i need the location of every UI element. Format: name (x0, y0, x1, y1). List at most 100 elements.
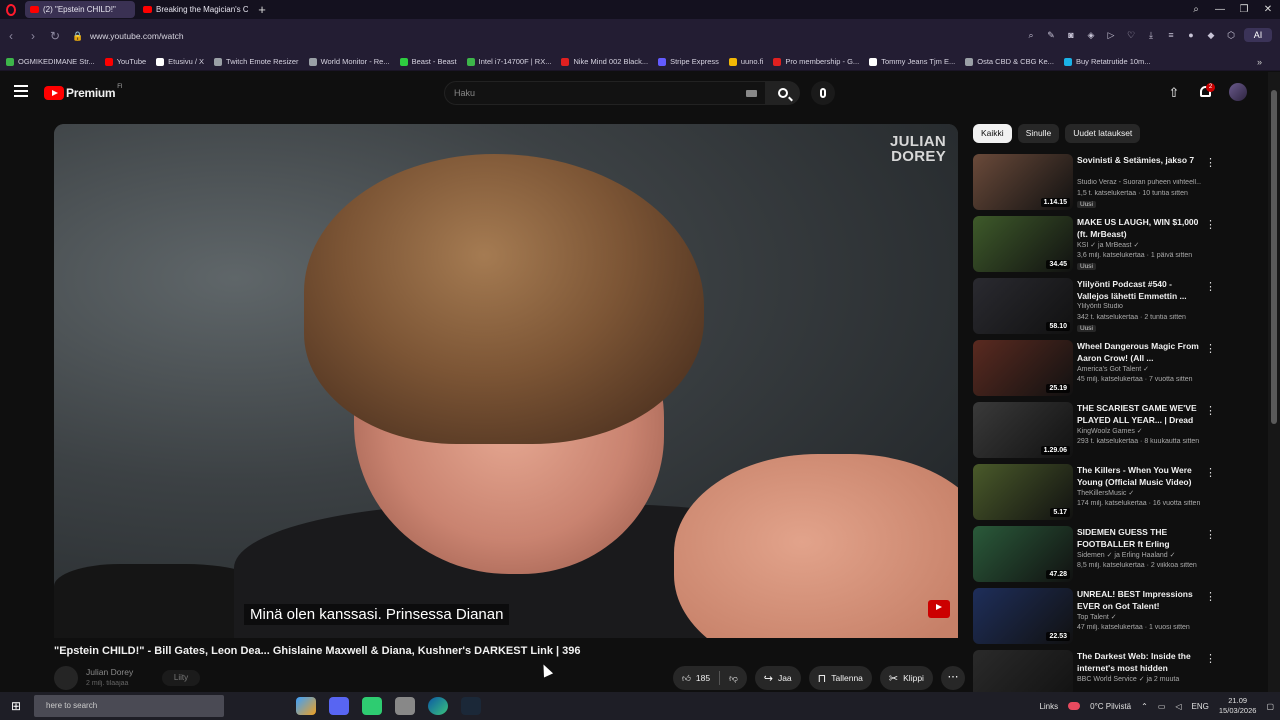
upload-icon[interactable]: ⇧ (1166, 85, 1182, 101)
filter-chip[interactable]: Uudet lataukset (1065, 124, 1141, 143)
chevron-up-icon[interactable]: ⌃ (1141, 702, 1148, 711)
subscribe-watermark-icon[interactable] (928, 600, 950, 618)
video-title[interactable]: The Darkest Web: Inside the internet's m… (1077, 651, 1201, 674)
search-button[interactable] (766, 81, 800, 105)
bookmark-item[interactable]: Beast - Beast (399, 57, 457, 66)
more-options-icon[interactable]: ⋮ (1205, 590, 1216, 603)
volume-icon[interactable]: ◁ (1175, 702, 1181, 711)
url-field[interactable]: www.youtube.com/watch (90, 31, 184, 41)
share-button[interactable]: ↪ Jaa (754, 666, 801, 690)
list-item[interactable]: 1.29.06 THE SCARIEST GAME WE'VE PLAYED AL… (973, 400, 1218, 462)
avatar[interactable] (1229, 83, 1247, 101)
maximize-icon[interactable]: ❐ (1232, 4, 1256, 15)
video-title[interactable]: Wheel Dangerous Magic From Aaron Crow! (… (1077, 341, 1201, 364)
video-thumbnail[interactable]: 1.29.06 (973, 402, 1073, 458)
channel-name[interactable]: Sidemen ✓ ja Erling Haaland ✓ (1077, 551, 1201, 559)
notification-center-icon[interactable]: ▢ (1266, 702, 1274, 711)
video-thumbnail[interactable]: 25.19 (973, 340, 1073, 396)
download-icon[interactable]: ⤓ (1144, 28, 1158, 42)
dislike-button[interactable]: 👎︎ (720, 673, 747, 684)
bookmark-item[interactable]: uuno.fi (728, 57, 763, 66)
opera-logo-icon[interactable] (0, 0, 22, 19)
lock-icon[interactable]: 🔒 (72, 31, 86, 42)
bookmark-item[interactable]: Osta CBD & CBG Ke... (965, 57, 1054, 66)
taskbar-search[interactable]: here to search (34, 695, 224, 717)
list-item[interactable]: 1.14.15 Sovinisti & Setämies, jakso 7 Stud… (973, 152, 1218, 214)
clock[interactable]: 21.09 15/03/2026 (1219, 696, 1257, 716)
steam-icon[interactable] (461, 697, 481, 715)
filter-chip[interactable]: Kaikki (973, 124, 1012, 143)
bookmark-item[interactable]: Etusivu / X (156, 57, 204, 66)
search-input[interactable] (445, 82, 725, 104)
more-options-icon[interactable]: ⋮ (1205, 218, 1216, 231)
video-title[interactable]: The Killers - When You Were Young (Offic… (1077, 465, 1201, 488)
weather-text[interactable]: 0°C Pilvistä (1090, 702, 1131, 711)
filter-chip[interactable]: Sinulle (1017, 124, 1060, 143)
video-title[interactable]: Ylilyönti Podcast #540 - Vallejos lähett… (1077, 279, 1201, 302)
more-options-icon[interactable]: ⋮ (1205, 280, 1216, 293)
channel-avatar[interactable] (54, 666, 78, 690)
edit-icon[interactable]: ✎ (1044, 28, 1058, 42)
video-title[interactable]: THE SCARIEST GAME WE'VE PLAYED ALL YEAR.… (1077, 403, 1201, 426)
more-options-icon[interactable]: ⋮ (1205, 652, 1216, 665)
back-icon[interactable]: ‹ (0, 29, 22, 43)
like-button[interactable]: 👍︎ 185 (673, 673, 719, 684)
video-title[interactable]: SIDEMEN GUESS THE FOOTBALLER ft Erling H… (1077, 527, 1201, 550)
extension-icon[interactable]: ◆ (1204, 28, 1218, 42)
scrollbar-thumb[interactable] (1271, 90, 1277, 424)
channel-name[interactable]: Studio Veraz - Suoran puheen viihteell..… (1077, 179, 1201, 186)
network-icon[interactable]: ▭ (1158, 702, 1166, 711)
join-button[interactable]: Liity (162, 670, 200, 686)
chevron-right-icon[interactable]: » (1257, 57, 1262, 67)
more-options-icon[interactable]: ⋮ (1205, 156, 1216, 169)
taskbar-app-icon[interactable] (362, 697, 382, 715)
more-options-icon[interactable]: ⋮ (1205, 466, 1216, 479)
channel-name[interactable]: Top Talent ✓ (1077, 613, 1201, 621)
video-title[interactable]: UNREAL! BEST Impressions EVER on Got Tal… (1077, 589, 1201, 612)
save-button[interactable]: ⊓ Tallenna (808, 666, 872, 690)
new-tab-button[interactable]: + (254, 2, 270, 18)
bookmark-item[interactable]: Buy Retatrutide 10m... (1063, 57, 1151, 66)
menu-lines-icon[interactable]: ≡ (1164, 28, 1178, 42)
list-item[interactable]: 22.53 UNREAL! BEST Impressions EVER on Go… (973, 586, 1218, 648)
heart-icon[interactable]: ♡ (1124, 28, 1138, 42)
cube-icon[interactable]: ⬡ (1224, 28, 1238, 42)
more-options-icon[interactable]: ⋮ (1205, 528, 1216, 541)
channel-name[interactable]: America's Got Talent ✓ (1077, 365, 1201, 373)
channel-name[interactable]: Julian Dorey (86, 667, 133, 677)
video-thumbnail[interactable]: 5.17 (973, 464, 1073, 520)
camera-icon[interactable]: ◙ (1064, 28, 1078, 42)
list-item[interactable]: 34.45 MAKE US LAUGH, WIN $1,000 (ft. MrBe… (973, 214, 1218, 276)
list-item[interactable]: 5.17 The Killers - When You Were Young (O… (973, 462, 1218, 524)
video-thumbnail[interactable]: 22.53 (973, 588, 1073, 644)
bookmark-item[interactable]: Intel i7-14700F | RX... (466, 57, 551, 66)
reload-icon[interactable]: ↻ (44, 29, 66, 43)
profile-icon[interactable]: ● (1184, 28, 1198, 42)
video-title[interactable]: Sovinisti & Setämies, jakso 7 (1077, 155, 1201, 167)
windows-start-icon[interactable]: ⊞ (0, 699, 32, 713)
video-thumbnail[interactable]: 1.14.15 (973, 154, 1073, 210)
more-actions-icon[interactable]: ⋯ (940, 666, 965, 690)
bookmark-item[interactable]: Twitch Emote Resizer (214, 57, 299, 66)
play-icon[interactable]: ▷ (1104, 28, 1118, 42)
shield-icon[interactable]: ◈ (1084, 28, 1098, 42)
hamburger-menu-icon[interactable] (14, 85, 28, 99)
channel-name[interactable]: TheKillersMusic ✓ (1077, 489, 1201, 497)
bookmark-item[interactable]: Pro membership - G... (773, 57, 859, 66)
close-icon[interactable]: ✕ (1256, 4, 1280, 15)
language-indicator[interactable]: ENG (1192, 702, 1209, 711)
discord-icon[interactable] (329, 697, 349, 715)
channel-name[interactable]: Ylilyönti Studio (1077, 303, 1201, 310)
channel-name[interactable]: KSI ✓ ja MrBeast ✓ (1077, 241, 1201, 249)
video-thumbnail[interactable]: 47.28 (973, 526, 1073, 582)
minimize-icon[interactable]: — (1208, 4, 1232, 15)
video-title[interactable]: MAKE US LAUGH, WIN $1,000 (ft. MrBeast) (1077, 217, 1201, 240)
shield-icon[interactable] (395, 697, 415, 715)
list-item[interactable]: 58.10 Ylilyönti Podcast #540 - Vallejos l… (973, 276, 1218, 338)
channel-name[interactable]: KingWoolz Games ✓ (1077, 427, 1201, 435)
page-scrollbar[interactable] (1268, 72, 1280, 692)
more-options-icon[interactable]: ⋮ (1205, 342, 1216, 355)
keyboard-icon[interactable] (746, 90, 757, 97)
clip-button[interactable]: ✂ Klippi (879, 666, 933, 690)
bookmark-item[interactable]: OGMIKEDIMANE Str... (6, 57, 95, 66)
